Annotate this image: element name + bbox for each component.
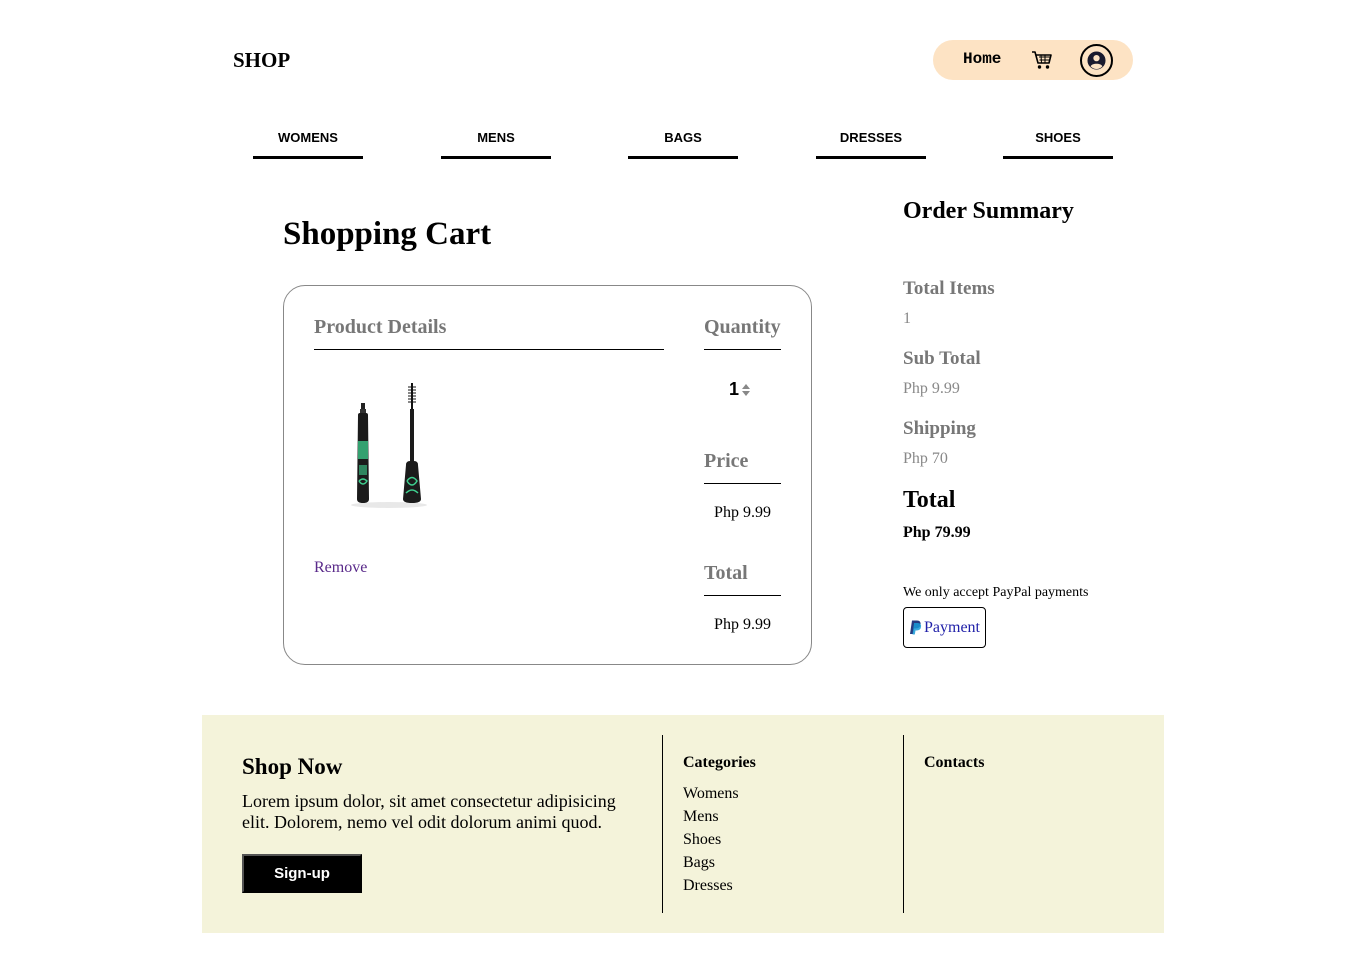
item-total: Php 9.99 xyxy=(714,616,771,633)
top-action-bar: Home xyxy=(933,40,1133,80)
home-link[interactable]: Home xyxy=(963,50,1001,68)
nav-mens[interactable]: MENS xyxy=(441,129,551,159)
nav-shoes[interactable]: SHOES xyxy=(1003,129,1113,159)
categories-heading: Categories xyxy=(683,754,756,771)
payment-note: We only accept PayPal payments xyxy=(903,585,1089,600)
footer-link-mens[interactable]: Mens xyxy=(683,805,739,828)
shipping-value: Php 70 xyxy=(903,450,948,467)
nav-bags[interactable]: BAGS xyxy=(628,129,738,159)
footer-link-bags[interactable]: Bags xyxy=(683,851,739,874)
subtotal-label: Sub Total xyxy=(903,348,981,369)
quantity-spinner-icon[interactable] xyxy=(742,383,751,396)
footer-link-shoes[interactable]: Shoes xyxy=(683,828,739,851)
shipping-label: Shipping xyxy=(903,418,976,439)
categories-list: Womens Mens Shoes Bags Dresses xyxy=(683,782,739,897)
quantity-value[interactable]: 1 xyxy=(729,379,739,400)
signup-button[interactable]: Sign-up xyxy=(242,854,362,893)
decrement-arrow-icon[interactable] xyxy=(742,390,751,396)
price-heading: Price xyxy=(704,450,749,472)
footer-link-dresses[interactable]: Dresses xyxy=(683,874,739,897)
nav-womens[interactable]: WOMENS xyxy=(253,129,363,159)
cart-item-card: Product Details Quantity 1 Price Php 9.9… xyxy=(283,285,812,665)
contacts-heading: Contacts xyxy=(924,754,985,771)
footer-divider xyxy=(903,735,904,913)
item-price: Php 9.99 xyxy=(714,504,771,521)
footer-divider xyxy=(662,735,663,913)
divider xyxy=(704,349,781,350)
footer-description: Lorem ipsum dolor, sit amet consectetur … xyxy=(242,791,616,832)
payment-button-label: Payment xyxy=(924,618,980,636)
page-title: Shopping Cart xyxy=(283,216,492,252)
total-items-label: Total Items xyxy=(903,278,995,299)
site-footer: Shop Now Lorem ipsum dolor, sit amet con… xyxy=(202,715,1164,933)
product-image xyxy=(344,381,434,511)
total-items-value: 1 xyxy=(903,310,911,327)
divider xyxy=(704,483,781,484)
increment-arrow-icon[interactable] xyxy=(742,383,751,389)
order-total-label: Total xyxy=(903,487,956,513)
paypal-icon xyxy=(909,620,922,635)
order-summary-title: Order Summary xyxy=(903,198,1074,224)
user-circle-icon[interactable] xyxy=(1080,44,1113,77)
product-details-heading: Product Details xyxy=(314,316,447,338)
item-total-heading: Total xyxy=(704,562,748,584)
brand-logo-text[interactable]: SHOP xyxy=(233,48,290,73)
divider xyxy=(314,349,664,350)
shopping-cart-icon[interactable] xyxy=(1031,50,1053,70)
quantity-stepper[interactable]: 1 xyxy=(729,379,751,400)
paypal-payment-button[interactable]: Payment xyxy=(903,607,986,648)
subtotal-value: Php 9.99 xyxy=(903,380,960,397)
footer-title: Shop Now xyxy=(242,754,343,779)
remove-item-link[interactable]: Remove xyxy=(314,559,367,577)
divider xyxy=(704,595,781,596)
quantity-heading: Quantity xyxy=(704,316,781,338)
order-total-value: Php 79.99 xyxy=(903,524,971,541)
footer-link-womens[interactable]: Womens xyxy=(683,782,739,805)
nav-dresses[interactable]: DRESSES xyxy=(816,129,926,159)
